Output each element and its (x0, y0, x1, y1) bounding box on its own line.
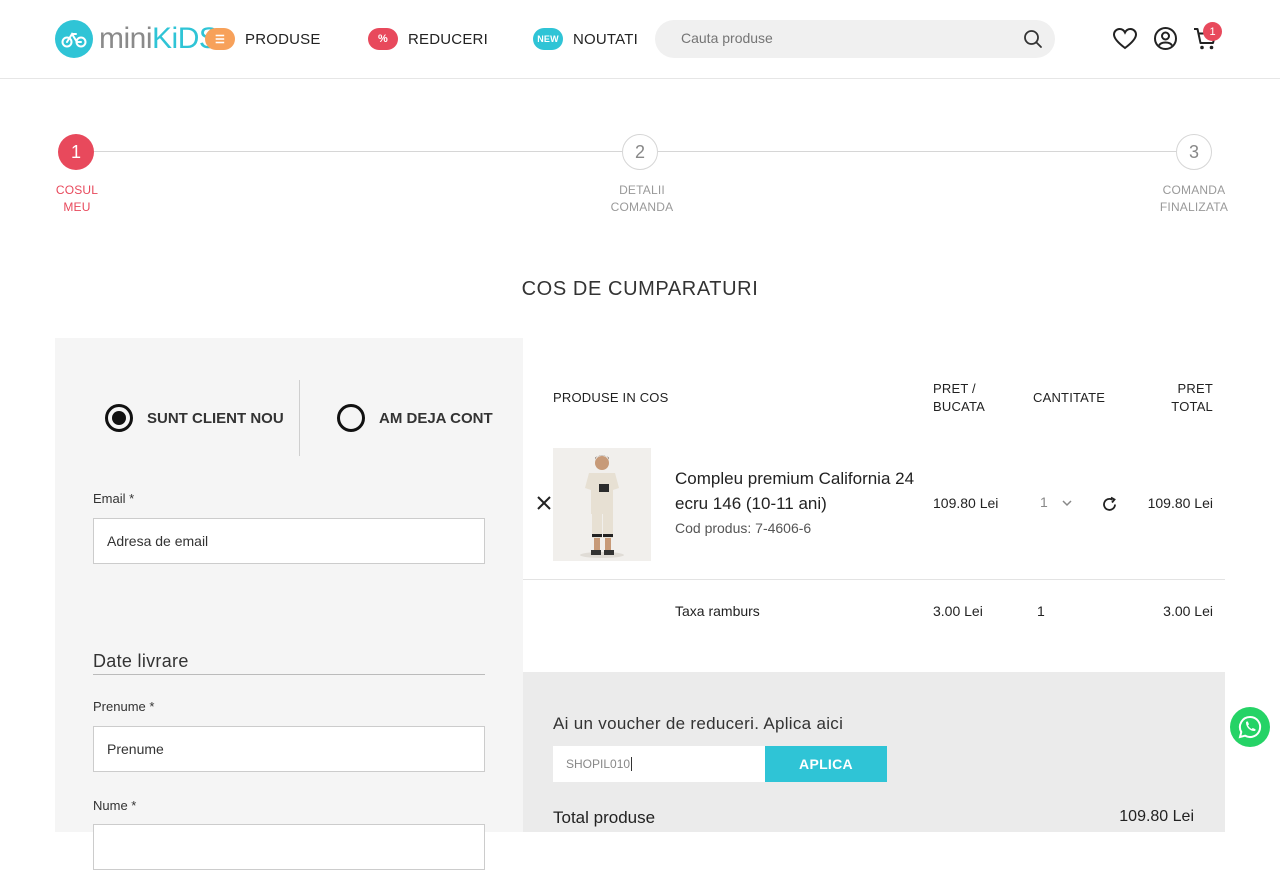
firstname-field[interactable]: Prenume (93, 726, 485, 772)
radio-selected-icon (105, 404, 133, 432)
search-bar (655, 20, 1055, 58)
nav-label: PRODUSE (245, 30, 321, 48)
firstname-label: Prenume * (93, 699, 155, 714)
radio-new-client[interactable]: SUNT CLIENT NOU (105, 404, 284, 432)
remove-item-icon[interactable] (535, 494, 553, 517)
fee-unit-price: 3.00 Lei (933, 603, 983, 619)
chevron-down-icon (1062, 494, 1072, 510)
total-products-value: 109.80 Lei (1119, 808, 1194, 825)
step-connector (93, 151, 622, 152)
logo[interactable]: miniKiDS (55, 20, 219, 58)
fee-quantity: 1 (1037, 603, 1045, 619)
customer-form-panel: SUNT CLIENT NOU AM DEJA CONT Email * Adr… (55, 338, 523, 870)
total-products-label: Total produse (553, 808, 656, 827)
product-name[interactable]: Compleu premium California 24 ecru 146 (… (675, 466, 915, 516)
site-header: miniKiDS ☰ PRODUSE % REDUCERI NEW NOUTAT… (0, 0, 1280, 79)
step-2-circle: 2 (622, 134, 658, 170)
product-image[interactable] (553, 448, 651, 561)
radio-unselected-icon (337, 404, 365, 432)
percent-icon: % (368, 28, 398, 50)
new-badge-icon: NEW (533, 28, 563, 50)
product-code: Cod produs: 7-4606-6 (675, 520, 812, 536)
logo-text: miniKiDS (99, 22, 219, 55)
nav-produse[interactable]: ☰ PRODUSE (205, 28, 321, 50)
col-header-quantity: CANTITATE (1033, 390, 1106, 405)
col-header-unit-price: PRET / BUCATA (933, 381, 986, 414)
step-2-label: DETALII COMANDA (610, 183, 674, 214)
account-icon[interactable] (1153, 26, 1178, 56)
step-connector (658, 151, 1177, 152)
col-header-products: PRODUSE IN COS (553, 390, 669, 405)
nav-noutati[interactable]: NEW NOUTATI (533, 28, 638, 50)
quantity-select[interactable]: 1 (1040, 494, 1072, 510)
radio-existing-account[interactable]: AM DEJA CONT (337, 404, 493, 432)
col-header-total: PRET TOTAL (1171, 381, 1213, 414)
step-3-label: COMANDA FINALIZATA (1159, 183, 1229, 214)
row-divider (523, 579, 1225, 580)
lastname-field[interactable] (93, 824, 485, 870)
email-field[interactable]: Adresa de email (93, 518, 485, 564)
step-1-circle: 1 (58, 134, 94, 170)
nav-label: REDUCERI (408, 30, 488, 48)
voucher-input[interactable]: SHOPIL010 (553, 746, 765, 782)
product-total-price: 109.80 Lei (1147, 495, 1213, 511)
search-input[interactable] (681, 30, 1001, 46)
voucher-title: Ai un voucher de reduceri. Aplica aici (553, 714, 844, 733)
menu-icon: ☰ (205, 28, 235, 50)
logo-bike-icon (55, 20, 93, 58)
email-label: Email * (93, 491, 135, 506)
search-icon[interactable] (1023, 29, 1043, 54)
delivery-section-title: Date livrare (93, 651, 485, 675)
fee-total: 3.00 Lei (1163, 603, 1213, 619)
step-1-label: COSUL MEU (55, 183, 99, 214)
voucher-section: Ai un voucher de reduceri. Aplica aici S… (523, 672, 1225, 832)
apply-voucher-button[interactable]: APLICA (765, 746, 887, 782)
cart-count-badge: 1 (1203, 22, 1222, 41)
nav-reduceri[interactable]: % REDUCERI (368, 28, 488, 50)
refresh-icon[interactable] (1101, 496, 1118, 518)
step-3-circle: 3 (1176, 134, 1212, 170)
lastname-label: Nume * (93, 798, 137, 813)
radio-divider (299, 380, 300, 456)
product-unit-price: 109.80 Lei (933, 495, 999, 511)
page-title: COS DE CUMPARATURI (521, 278, 759, 300)
whatsapp-icon[interactable] (1230, 707, 1270, 747)
nav-label: NOUTATI (573, 30, 639, 48)
fee-name: Taxa ramburs (675, 603, 760, 619)
heart-icon[interactable] (1112, 26, 1138, 57)
